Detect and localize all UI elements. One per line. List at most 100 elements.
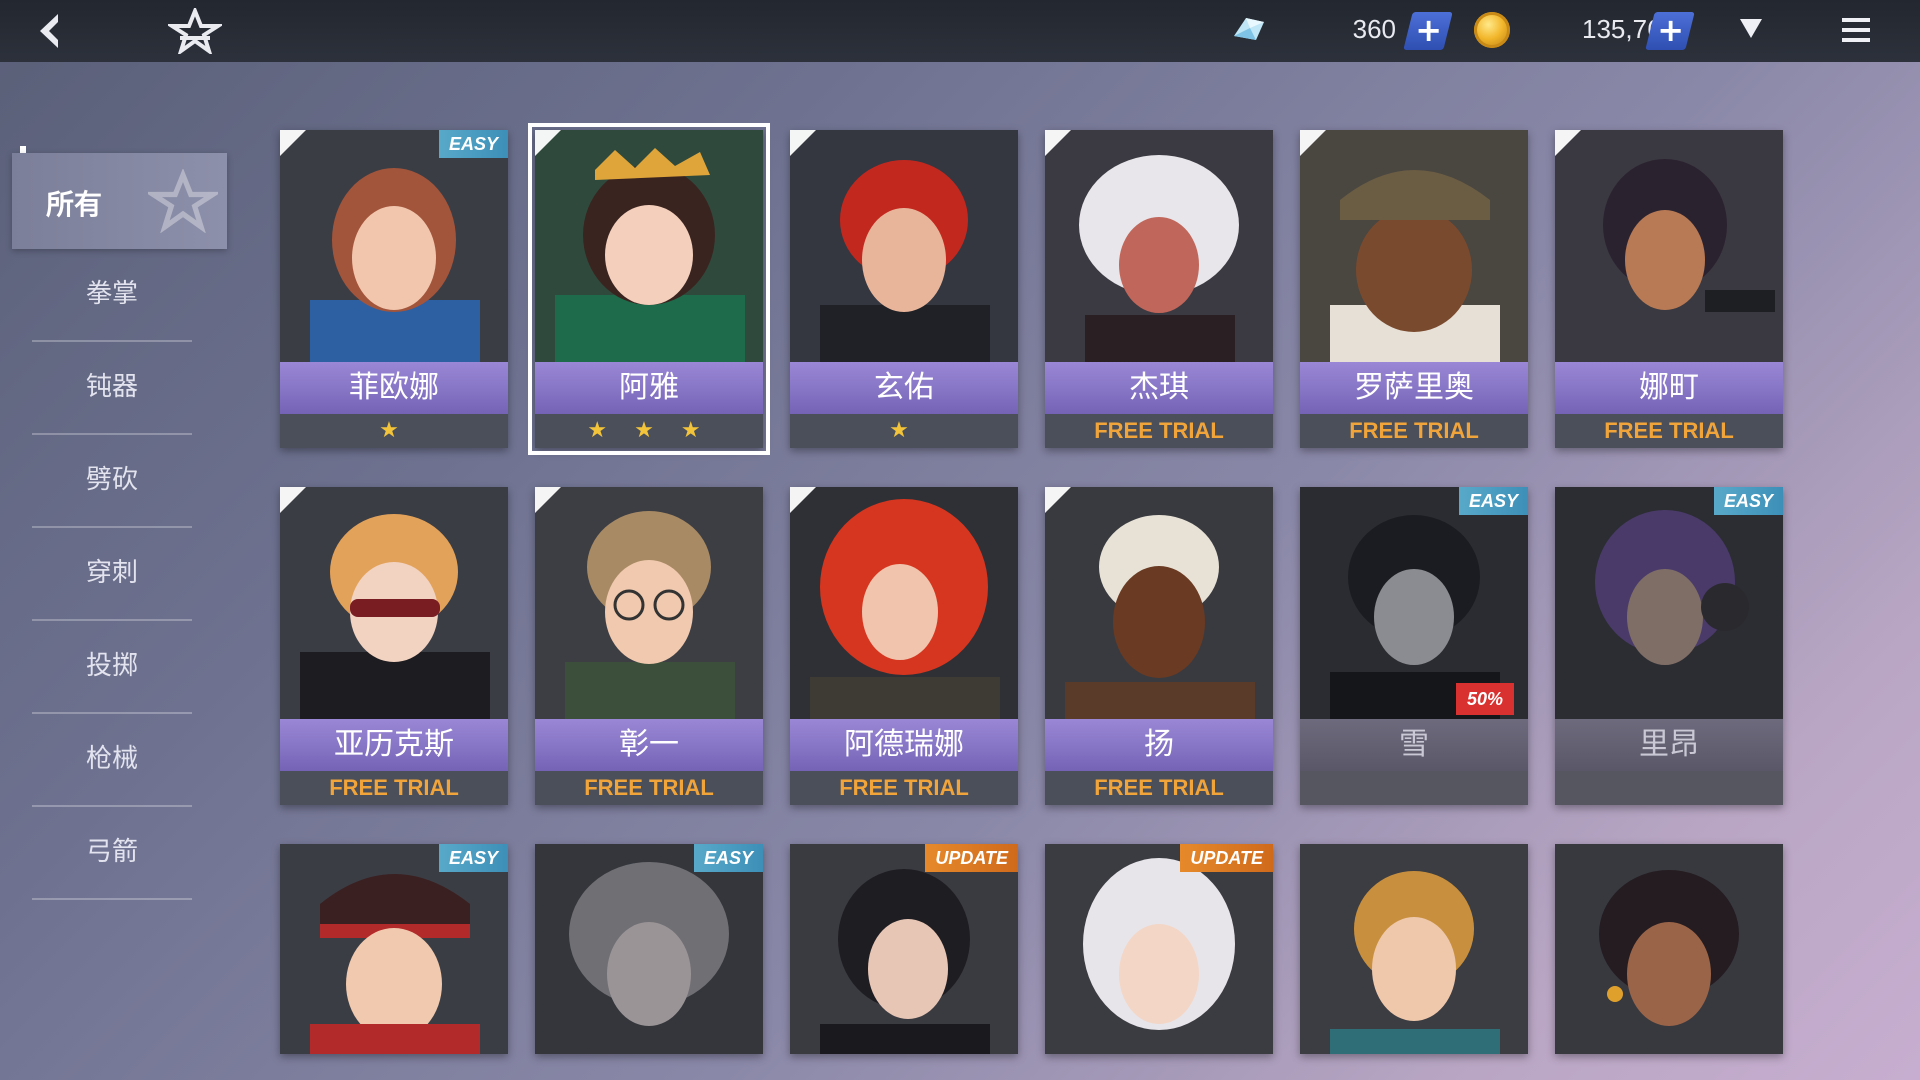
easy-tag: EASY bbox=[438, 844, 508, 872]
character-card-adriana[interactable]: 阿德瑞娜 FREE TRIAL bbox=[790, 487, 1018, 805]
coin-icon bbox=[1474, 12, 1510, 48]
character-name: 彰一 bbox=[535, 719, 763, 771]
corner-flag bbox=[280, 487, 306, 513]
corner-flag bbox=[1045, 487, 1071, 513]
character-name: 里昂 bbox=[1555, 719, 1783, 771]
character-card-aya[interactable]: 阿雅 ★ ★ ★ bbox=[528, 123, 770, 455]
sidebar-item-throw[interactable]: 投掷 bbox=[32, 620, 192, 714]
character-name: 阿雅 bbox=[535, 362, 763, 414]
character-card-yang[interactable]: 扬 FREE TRIAL bbox=[1045, 487, 1273, 805]
character-portrait bbox=[535, 844, 763, 1054]
character-status: FREE TRIAL bbox=[1555, 414, 1783, 448]
character-card[interactable] bbox=[1300, 844, 1528, 1054]
corner-flag bbox=[535, 130, 561, 156]
free-trial-label: FREE TRIAL bbox=[1604, 418, 1734, 443]
character-portrait bbox=[1555, 487, 1783, 719]
corner-flag bbox=[1300, 130, 1326, 156]
character-card[interactable] bbox=[1555, 844, 1783, 1054]
star-emblem-icon bbox=[165, 5, 225, 57]
sidebar-item-slash[interactable]: 劈砍 bbox=[32, 434, 192, 528]
character-status: FREE TRIAL bbox=[1045, 771, 1273, 805]
character-name: 罗萨里奥 bbox=[1300, 362, 1528, 414]
character-rank: ★ bbox=[790, 414, 1018, 448]
character-portrait bbox=[535, 130, 763, 362]
character-card-nadine[interactable]: 娜町 FREE TRIAL bbox=[1555, 130, 1783, 448]
character-portrait bbox=[790, 844, 1018, 1054]
update-tag: UPDATE bbox=[1180, 844, 1273, 872]
character-card[interactable]: EASY bbox=[535, 844, 763, 1054]
easy-tag: EASY bbox=[693, 844, 763, 872]
character-card-alex[interactable]: 亚历克斯 FREE TRIAL bbox=[280, 487, 508, 805]
menu-button[interactable] bbox=[1840, 14, 1872, 46]
character-portrait bbox=[280, 487, 508, 719]
character-status: FREE TRIAL bbox=[1300, 414, 1528, 448]
corner-flag bbox=[790, 487, 816, 513]
character-name: 菲欧娜 bbox=[280, 362, 508, 414]
top-bar: 360 + 135,765 + bbox=[0, 0, 1920, 62]
character-name: 亚历克斯 bbox=[280, 719, 508, 771]
character-portrait bbox=[280, 844, 508, 1054]
free-trial-label: FREE TRIAL bbox=[584, 775, 714, 800]
free-trial-label: FREE TRIAL bbox=[1094, 418, 1224, 443]
sidebar-item-fist[interactable]: 拳掌 bbox=[32, 248, 192, 342]
buy-gems-button[interactable]: + bbox=[1403, 11, 1453, 50]
character-card-jackie[interactable]: 杰琪 FREE TRIAL bbox=[1045, 130, 1273, 448]
character-card[interactable]: UPDATE bbox=[790, 844, 1018, 1054]
easy-tag: EASY bbox=[1713, 487, 1783, 515]
character-portrait bbox=[1300, 844, 1528, 1054]
character-card-leon[interactable]: EASY 里昂 bbox=[1555, 487, 1783, 805]
sidebar-item-blunt[interactable]: 钝器 bbox=[32, 341, 192, 435]
triangle-down-icon bbox=[1740, 19, 1762, 38]
gem-amount: 360 bbox=[1352, 14, 1396, 44]
character-status: FREE TRIAL bbox=[1045, 414, 1273, 448]
character-name: 阿德瑞娜 bbox=[790, 719, 1018, 771]
character-card[interactable]: UPDATE bbox=[1045, 844, 1273, 1054]
home-emblem-button[interactable] bbox=[165, 5, 225, 57]
back-button[interactable] bbox=[28, 8, 74, 54]
character-card-rosario[interactable]: 罗萨里奥 FREE TRIAL bbox=[1300, 130, 1528, 448]
dropdown-button[interactable] bbox=[1738, 16, 1764, 40]
character-portrait bbox=[1300, 130, 1528, 362]
character-rank: ★ ★ ★ bbox=[535, 414, 763, 448]
sidebar-item-all[interactable]: 所有 bbox=[12, 153, 227, 249]
easy-tag: EASY bbox=[438, 130, 508, 158]
free-trial-label: FREE TRIAL bbox=[839, 775, 969, 800]
character-name: 娜町 bbox=[1555, 362, 1783, 414]
easy-tag: EASY bbox=[1458, 487, 1528, 515]
character-portrait bbox=[1045, 130, 1273, 362]
character-card-shoichi[interactable]: 彰一 FREE TRIAL bbox=[535, 487, 763, 805]
corner-flag bbox=[535, 487, 561, 513]
character-portrait bbox=[790, 487, 1018, 719]
character-card[interactable]: EASY bbox=[280, 844, 508, 1054]
character-name: 杰琪 bbox=[1045, 362, 1273, 414]
character-portrait bbox=[790, 130, 1018, 362]
star-emblem-icon bbox=[148, 169, 218, 233]
character-portrait bbox=[1045, 844, 1273, 1054]
character-portrait bbox=[1045, 487, 1273, 719]
sidebar-item-bow[interactable]: 弓箭 bbox=[32, 806, 192, 900]
star-rating: ★ bbox=[379, 418, 409, 443]
character-card-fiona[interactable]: EASY 菲欧娜 ★ bbox=[280, 130, 508, 448]
sidebar-item-gun[interactable]: 枪械 bbox=[32, 713, 192, 807]
corner-flag bbox=[790, 130, 816, 156]
character-status bbox=[1300, 771, 1528, 805]
plus-icon: + bbox=[1656, 11, 1684, 49]
character-portrait bbox=[1555, 844, 1783, 1054]
corner-flag bbox=[280, 130, 306, 156]
character-portrait bbox=[1555, 130, 1783, 362]
gem-icon bbox=[1228, 12, 1268, 48]
buy-coins-button[interactable]: + bbox=[1645, 11, 1695, 50]
character-status: FREE TRIAL bbox=[790, 771, 1018, 805]
character-card-hyunwoo[interactable]: 玄佑 ★ bbox=[790, 130, 1018, 448]
character-status bbox=[1555, 771, 1783, 805]
plus-icon: + bbox=[1414, 11, 1442, 49]
character-name: 扬 bbox=[1045, 719, 1273, 771]
character-card-yuki[interactable]: EASY 50% 雪 bbox=[1300, 487, 1528, 805]
sidebar-item-pierce[interactable]: 穿刺 bbox=[32, 527, 192, 621]
corner-flag bbox=[1045, 130, 1071, 156]
character-status: FREE TRIAL bbox=[280, 771, 508, 805]
character-status: FREE TRIAL bbox=[535, 771, 763, 805]
corner-flag bbox=[1555, 130, 1581, 156]
hamburger-menu-icon bbox=[1842, 18, 1870, 42]
star-rating: ★ bbox=[889, 418, 919, 443]
